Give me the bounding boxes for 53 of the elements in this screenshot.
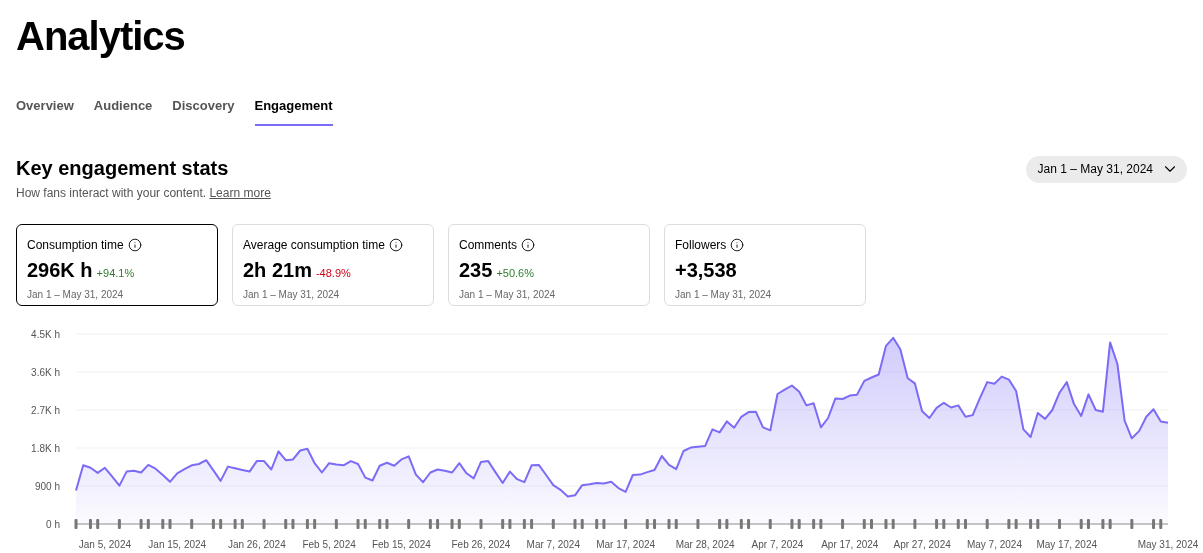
section-title: Key engagement stats bbox=[16, 155, 230, 180]
x-axis-label: Feb 26, 2024 bbox=[451, 538, 511, 550]
y-axis-label: 2.7K h bbox=[31, 404, 60, 416]
stat-change: +50.6% bbox=[496, 265, 534, 281]
x-axis-label: Feb 15, 2024 bbox=[371, 538, 431, 550]
x-axis-label: Apr 17, 2024 bbox=[821, 538, 879, 550]
x-axis-label: Mar 28, 2024 bbox=[675, 538, 735, 550]
x-axis-label: Mar 17, 2024 bbox=[596, 538, 656, 550]
tab[interactable]: Audience bbox=[93, 96, 153, 126]
y-axis-label: 0 h bbox=[46, 518, 60, 530]
y-axis-label: 1.8K h bbox=[31, 442, 60, 454]
x-axis-label: Jan 15, 2024 bbox=[148, 538, 207, 550]
stat-label: Average consumption time bbox=[243, 236, 385, 254]
stat-period: Jan 1 – May 31, 2024 bbox=[675, 287, 773, 302]
x-axis-label: Jan 26, 2024 bbox=[227, 538, 286, 550]
stat-label: Comments bbox=[459, 236, 517, 254]
x-axis-label: Apr 27, 2024 bbox=[893, 538, 951, 550]
stat-label: Consumption time bbox=[27, 236, 124, 254]
stat-period: Jan 1 – May 31, 2024 bbox=[27, 287, 125, 302]
learn-more-link[interactable]: Learn more bbox=[209, 185, 271, 200]
info-icon[interactable] bbox=[388, 237, 403, 252]
date-range-dropdown[interactable]: Jan 1 – May 31, 2024 bbox=[1025, 155, 1187, 183]
stat-card[interactable]: Average consumption time 2h 21m -48.9% Jan 1 – May 31, 2024 bbox=[232, 223, 434, 306]
x-axis-label: Mar 7, 2024 bbox=[526, 538, 580, 550]
stat-change: +94.1% bbox=[96, 265, 135, 281]
stat-change: -48.9% bbox=[315, 265, 351, 281]
stat-period: Jan 1 – May 31, 2024 bbox=[459, 287, 557, 302]
y-axis-label: 900 h bbox=[34, 480, 60, 492]
x-axis-label: May 7, 2024 bbox=[966, 538, 1022, 550]
stat-card[interactable]: Comments 235 +50.6% Jan 1 – May 31, 2024 bbox=[448, 223, 650, 306]
stat-value: 2h 21m bbox=[243, 257, 312, 283]
stat-label: Followers bbox=[675, 236, 727, 254]
tab[interactable]: Overview bbox=[16, 96, 74, 126]
tab[interactable]: Discovery bbox=[172, 96, 235, 126]
page-title: Analytics bbox=[15, 13, 186, 60]
x-axis-label: Jan 5, 2024 bbox=[78, 538, 132, 550]
stat-value: 296K h bbox=[27, 257, 93, 283]
stat-period: Jan 1 – May 31, 2024 bbox=[243, 287, 341, 302]
section-subtitle: How fans interact with your content. bbox=[16, 185, 207, 200]
y-axis-label: 3.6K h bbox=[31, 366, 60, 378]
tab[interactable]: Engagement bbox=[254, 96, 333, 126]
stat-card[interactable]: Consumption time 296K h +94.1% Jan 1 – May 31, 2024 bbox=[16, 223, 218, 306]
x-axis-label: Apr 7, 2024 bbox=[751, 538, 804, 550]
info-icon[interactable] bbox=[730, 237, 745, 252]
info-icon[interactable] bbox=[521, 237, 535, 252]
y-axis-label: 4.5K h bbox=[31, 328, 60, 340]
info-icon[interactable] bbox=[127, 237, 142, 252]
x-axis-label: May 17, 2024 bbox=[1036, 538, 1098, 550]
stat-value: +3,538 bbox=[675, 257, 737, 283]
x-axis-label: Feb 5, 2024 bbox=[302, 538, 356, 550]
x-axis-label: May 31, 2024 bbox=[1137, 538, 1199, 550]
stat-value: 235 bbox=[459, 257, 493, 283]
stat-card[interactable]: Followers +3,538 Jan 1 – May 31, 2024 bbox=[664, 223, 866, 306]
